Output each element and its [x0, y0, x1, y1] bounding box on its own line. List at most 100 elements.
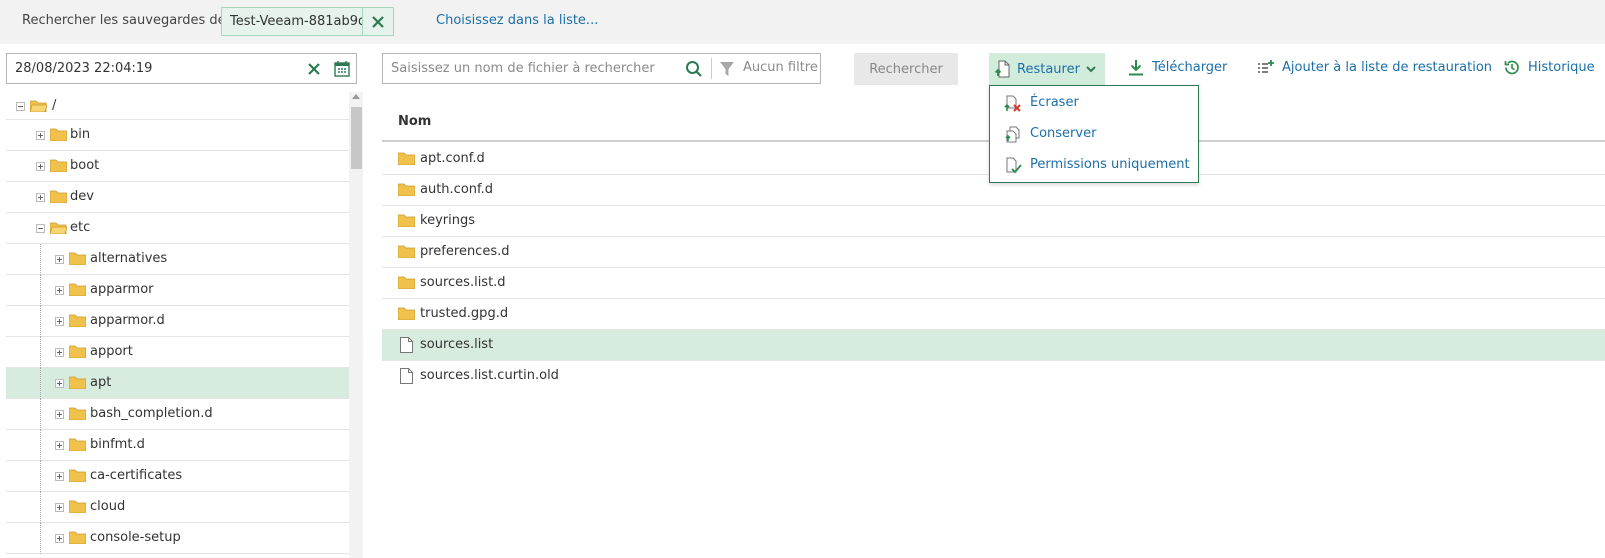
- tree-item-label: bin: [70, 127, 91, 142]
- menu-item-overwrite[interactable]: Écraser: [990, 88, 1198, 118]
- expand-icon[interactable]: [55, 348, 64, 357]
- download-button[interactable]: Télécharger: [1128, 59, 1227, 76]
- column-header-name[interactable]: Nom: [398, 114, 431, 129]
- scroll-up-icon[interactable]: [352, 94, 360, 99]
- clear-backup-button[interactable]: [362, 8, 393, 35]
- filter-icon[interactable]: [719, 61, 735, 77]
- expand-icon[interactable]: [55, 472, 64, 481]
- folder-icon: [69, 438, 86, 451]
- tree-item-dev[interactable]: dev: [6, 182, 349, 213]
- table-row[interactable]: sources.list.d: [382, 268, 1605, 299]
- restore-button-label: Restaurer: [1017, 61, 1080, 77]
- choose-from-list-link[interactable]: Choisissez dans la liste...: [436, 13, 598, 28]
- tree-item-apparmor[interactable]: apparmor: [6, 275, 349, 306]
- selected-backup-chip[interactable]: Test-Veeam-881ab9df-c69: [221, 7, 394, 36]
- tree-item-binfmt-d[interactable]: binfmt.d: [6, 430, 349, 461]
- download-icon: [1129, 60, 1143, 76]
- expand-icon[interactable]: [55, 286, 64, 295]
- table-row[interactable]: keyrings: [382, 206, 1605, 237]
- tree-item-alternatives[interactable]: alternatives: [6, 244, 349, 275]
- close-icon: [308, 62, 320, 75]
- restore-point-date-field[interactable]: 28/08/2023 22:04:19: [6, 53, 357, 84]
- folder-icon: [69, 314, 86, 327]
- file-name: sources.list.d: [420, 275, 506, 290]
- table-row[interactable]: preferences.d: [382, 237, 1605, 268]
- folder-icon: [69, 283, 86, 296]
- calendar-button[interactable]: [328, 54, 356, 83]
- tree-item-label: boot: [70, 158, 100, 173]
- file-name: apt.conf.d: [420, 151, 485, 166]
- search-button[interactable]: Rechercher: [854, 53, 958, 85]
- folder-icon: [50, 128, 67, 141]
- file-name: trusted.gpg.d: [420, 306, 509, 321]
- folder-icon: [398, 276, 415, 289]
- tree-item-apparmor-d[interactable]: apparmor.d: [6, 306, 349, 337]
- expand-icon[interactable]: [55, 255, 64, 264]
- menu-item-keep[interactable]: Conserver: [990, 119, 1198, 149]
- history-button[interactable]: Historique: [1503, 59, 1595, 76]
- folder-icon: [398, 245, 415, 258]
- tree-item-label: apport: [90, 344, 133, 359]
- folder-open-icon: [50, 222, 67, 234]
- folder-tree: / bin boot dev etc alternatives apparmor…: [6, 92, 349, 558]
- expand-icon[interactable]: [55, 410, 64, 419]
- tree-item-label: apt: [90, 375, 112, 390]
- tree-item-apport[interactable]: apport: [6, 337, 349, 368]
- tree-item-root[interactable]: /: [6, 92, 349, 120]
- calendar-icon: [334, 60, 350, 77]
- tree-item-ca-certificates[interactable]: ca-certificates: [6, 461, 349, 492]
- add-list-icon: [1258, 60, 1274, 73]
- folder-icon: [398, 152, 415, 165]
- tree-item-boot[interactable]: boot: [6, 151, 349, 182]
- collapse-icon[interactable]: [36, 224, 45, 233]
- tree-scrollbar[interactable]: [349, 92, 363, 558]
- menu-item-permissions-only[interactable]: Permissions uniquement: [990, 150, 1198, 180]
- expand-icon[interactable]: [55, 534, 64, 543]
- clear-date-button[interactable]: [300, 54, 328, 83]
- folder-open-icon: [30, 100, 47, 112]
- table-row[interactable]: sources.list: [382, 330, 1605, 361]
- collapse-icon[interactable]: [16, 102, 25, 111]
- tree-item-label: ca-certificates: [90, 468, 183, 483]
- keep-icon: [1005, 126, 1020, 143]
- folder-icon: [398, 183, 415, 196]
- tree-item-bash-completion-d[interactable]: bash_completion.d: [6, 399, 349, 430]
- restore-button[interactable]: Restaurer: [989, 53, 1105, 85]
- folder-icon: [69, 500, 86, 513]
- restore-point-date-value: 28/08/2023 22:04:19: [15, 61, 153, 76]
- search-icon[interactable]: [685, 60, 703, 78]
- tree-item-label: dev: [70, 189, 94, 204]
- scrollbar-thumb[interactable]: [351, 107, 362, 169]
- left-panel: 28/08/2023 22:04:19 / bin boot dev etc a…: [0, 44, 366, 558]
- folder-icon: [69, 376, 86, 389]
- backup-selector-bar: Rechercher les sauvegardes de: Test-Veea…: [0, 0, 1605, 44]
- tree-item-console-setup[interactable]: console-setup: [6, 523, 349, 554]
- tree-item-label: /: [52, 98, 57, 113]
- expand-icon[interactable]: [55, 317, 64, 326]
- folder-icon: [69, 345, 86, 358]
- table-row[interactable]: trusted.gpg.d: [382, 299, 1605, 330]
- folder-icon: [69, 469, 86, 482]
- menu-item-label: Conserver: [1030, 126, 1097, 141]
- tree-item-label: console-setup: [90, 530, 181, 545]
- folder-icon: [69, 407, 86, 420]
- expand-icon[interactable]: [36, 162, 45, 171]
- expand-icon[interactable]: [55, 503, 64, 512]
- expand-icon[interactable]: [55, 379, 64, 388]
- file-name: preferences.d: [420, 244, 510, 259]
- tree-item-apt[interactable]: apt: [6, 368, 349, 399]
- add-to-restore-list-label: Ajouter à la liste de restauration: [1282, 60, 1493, 75]
- expand-icon[interactable]: [36, 131, 45, 140]
- expand-icon[interactable]: [55, 441, 64, 450]
- tree-item-cloud[interactable]: cloud: [6, 492, 349, 523]
- table-row[interactable]: sources.list.curtin.old: [382, 361, 1605, 392]
- filter-label[interactable]: Aucun filtre: [743, 60, 818, 75]
- expand-icon[interactable]: [36, 193, 45, 202]
- tree-item-etc[interactable]: etc: [6, 213, 349, 244]
- add-to-restore-list-button[interactable]: Ajouter à la liste de restauration: [1257, 59, 1492, 76]
- file-search-input[interactable]: [383, 54, 683, 83]
- tree-item-bin[interactable]: bin: [6, 120, 349, 151]
- file-icon: [400, 368, 413, 384]
- folder-icon: [398, 214, 415, 227]
- tree-item-label: alternatives: [90, 251, 168, 266]
